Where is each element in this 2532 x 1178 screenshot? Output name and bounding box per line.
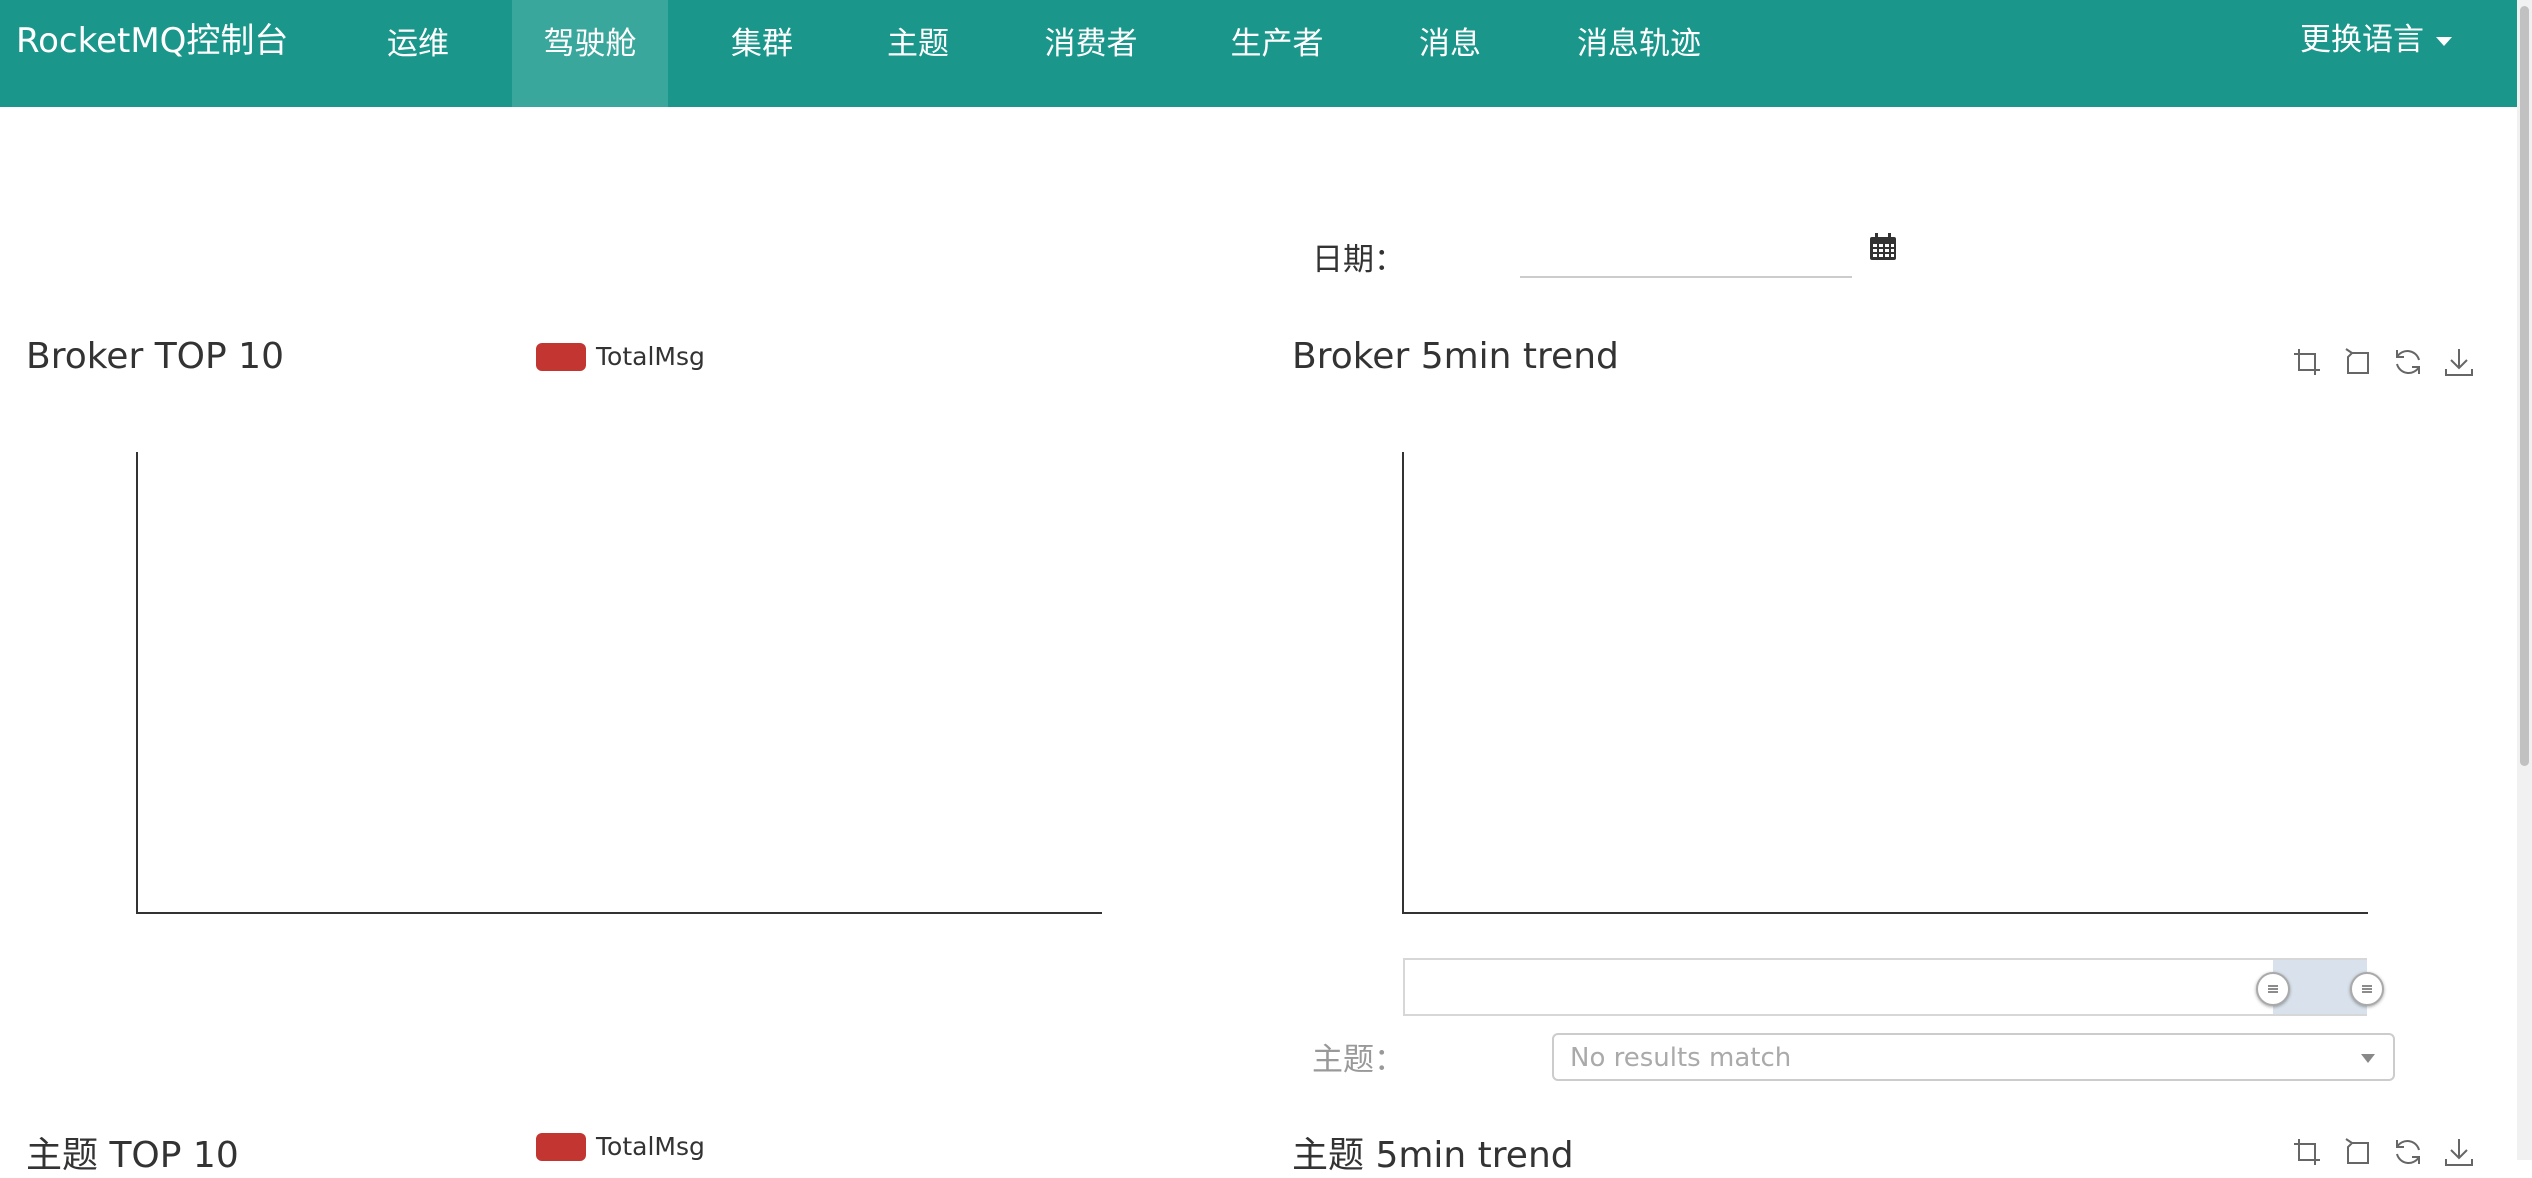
legend-swatch: [536, 343, 586, 371]
drag-handle-icon: [2362, 985, 2372, 993]
topic-top10-title: 主题 TOP 10: [26, 1135, 239, 1176]
nav-item-cluster[interactable]: 集群: [706, 0, 818, 107]
topic-label: 主题：: [1312, 1042, 1405, 1078]
language-dropdown[interactable]: 更换语言: [2300, 0, 2452, 88]
restore-icon[interactable]: [2391, 345, 2425, 379]
legend-label: TotalMsg: [596, 1132, 705, 1161]
datazoom-left-handle[interactable]: [2256, 972, 2290, 1006]
legend-swatch: [536, 1133, 586, 1161]
nav-item-message[interactable]: 消息: [1400, 0, 1500, 107]
legend-label: TotalMsg: [596, 342, 705, 371]
broker-trend-datazoom[interactable]: [1403, 958, 2384, 1016]
date-input[interactable]: [1520, 228, 1852, 278]
zoom-reset-icon[interactable]: [2340, 1135, 2374, 1169]
topic-select[interactable]: No results match: [1552, 1033, 2395, 1081]
save-image-icon[interactable]: [2442, 1135, 2476, 1169]
top-navbar: RocketMQ控制台 运维 驾驶舱 集群 主题 消费者 生产者 消息 消息轨迹…: [0, 0, 2517, 107]
nav-item-topic[interactable]: 主题: [862, 0, 974, 107]
topic-select-placeholder: No results match: [1570, 1043, 1792, 1073]
nav-item-consumer[interactable]: 消费者: [1028, 0, 1154, 107]
zoom-icon[interactable]: [2290, 345, 2324, 379]
language-label: 更换语言: [2300, 22, 2424, 58]
brand-title[interactable]: RocketMQ控制台: [16, 16, 288, 66]
chevron-down-icon: [2361, 1054, 2375, 1063]
chevron-down-icon: [2436, 37, 2452, 46]
date-label: 日期：: [1312, 242, 1405, 278]
broker-top10-title: Broker TOP 10: [26, 336, 284, 377]
topic-trend-title: 主题 5min trend: [1292, 1135, 1574, 1176]
restore-icon[interactable]: [2391, 1135, 2425, 1169]
save-image-icon[interactable]: [2442, 345, 2476, 379]
zoom-icon[interactable]: [2290, 1135, 2324, 1169]
page-scrollbar[interactable]: [2517, 0, 2532, 1160]
broker-trend-y-axis: [1402, 452, 1404, 914]
datazoom-right-handle[interactable]: [2350, 972, 2384, 1006]
broker-top10-y-axis: [136, 452, 138, 914]
calendar-icon[interactable]: [1868, 232, 1898, 262]
broker-trend-title: Broker 5min trend: [1292, 336, 1619, 377]
broker-top10-x-axis: [136, 912, 1102, 914]
nav-item-dashboard[interactable]: 驾驶舱: [512, 0, 668, 107]
scrollbar-thumb[interactable]: [2520, 6, 2529, 766]
nav-item-producer[interactable]: 生产者: [1214, 0, 1340, 107]
broker-trend-x-axis: [1402, 912, 2368, 914]
zoom-reset-icon[interactable]: [2340, 345, 2374, 379]
drag-handle-icon: [2268, 985, 2278, 993]
nav-item-message-trace[interactable]: 消息轨迹: [1564, 0, 1714, 107]
nav-item-ops[interactable]: 运维: [362, 0, 474, 107]
